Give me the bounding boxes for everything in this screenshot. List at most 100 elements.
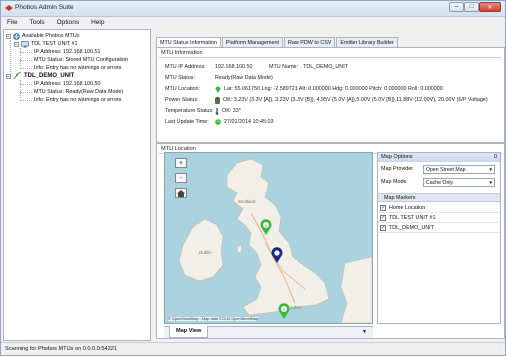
ip-value: 192.168.100.50	[215, 64, 253, 70]
tree-unit-2[interactable]: − TDL_DEMO_UNIT	[6, 72, 74, 80]
resize-grip-icon[interactable]: ⋰	[498, 340, 503, 353]
thermometer-icon	[215, 107, 219, 115]
map-markers-header: Map Markers	[378, 193, 500, 202]
tree-connector	[20, 92, 32, 93]
map-label-dublin: Dublin	[199, 250, 212, 255]
radar-icon	[13, 72, 22, 80]
zoom-in-button[interactable]: +	[175, 158, 187, 168]
network-icon	[13, 32, 20, 40]
collapse-icon[interactable]: −	[14, 41, 19, 47]
marker-row-home[interactable]: ✓ Home Location	[378, 203, 500, 213]
marker-checkbox[interactable]: ✓	[380, 214, 386, 221]
divider	[159, 57, 502, 58]
collapse-icon[interactable]: −	[6, 33, 11, 39]
status-row: MTU Status: Ready(Raw Data Mode)	[165, 74, 273, 82]
marker-checkbox[interactable]: ✓	[380, 224, 386, 231]
group-title: MTU Information	[161, 50, 203, 56]
tree-detail: IP Address: 192.168.100.51	[34, 49, 101, 55]
dropdown-arrow-icon[interactable]: ▼	[362, 329, 367, 335]
mtu-information-group: MTU Information MTU IP Address: 192.168.…	[156, 47, 505, 143]
status-text: Scanning for Phobos MTUs on 0.0.0.0:5432…	[5, 346, 117, 352]
tree-connector	[20, 48, 21, 66]
status-value: Ready(Raw Data Mode)	[215, 75, 273, 81]
power-row: Power Status: OK: 3.23V (3.3V [A]), 3.23…	[165, 96, 488, 104]
location-row: MTU Location: Lat: 55.061750 Lng: -2.589…	[165, 85, 443, 93]
ip-label: MTU IP Address:	[165, 64, 206, 70]
map-provider-row: Map Provider Open Street Map ▼	[381, 164, 495, 174]
map-options-header: Map Options 0	[378, 153, 500, 162]
marker-row-demo-unit[interactable]: ✓ TDL_DEMO_UNIT	[378, 223, 500, 233]
map-options-panel: Map Options 0 Map Provider Open Street M…	[377, 152, 501, 324]
update-row: Last Update Time: 27/01/2014 10:45:03	[165, 118, 273, 126]
tree-detail: MTU Status: Ready(Raw Data Mode)	[34, 89, 124, 95]
main-tabs: MTU Status Information Platform Manageme…	[156, 37, 399, 48]
clock-icon	[215, 119, 221, 125]
tab-emitter-library[interactable]: Emitter Library Builder	[336, 37, 398, 47]
home-button[interactable]	[175, 188, 187, 198]
mtu-tree-panel: − Available Phobos MTUs − TDL TEST UNIT …	[3, 29, 151, 341]
green-marker-icon[interactable]: u	[260, 219, 272, 235]
app-window: Phobos Admin Suite – □ ✕ File Tools Opti…	[0, 0, 506, 356]
status-bar: Scanning for Phobos MTUs on 0.0.0.0:5432…	[1, 342, 505, 355]
location-value: Lat: 55.061750 Lng: -2.589721 Alt: 0.000…	[224, 86, 443, 92]
map-pin-icon	[215, 86, 221, 93]
power-label: Power Status:	[165, 97, 199, 103]
tree-detail: Info: Entry has no warnings or errors.	[34, 97, 123, 103]
tab-platform-management[interactable]: Platform Management	[221, 37, 283, 47]
minimize-button[interactable]: –	[449, 2, 464, 12]
menu-help[interactable]: Help	[91, 19, 104, 26]
tab-map-view[interactable]: Map View	[169, 326, 209, 338]
menu-file[interactable]: File	[7, 19, 17, 26]
tree-root-label: Available Phobos MTUs	[22, 33, 80, 39]
tree-root[interactable]: − Available Phobos MTUs	[6, 32, 79, 40]
window-title: Phobos Admin Suite	[15, 4, 74, 11]
marker-label: TDL_DEMO_UNIT	[389, 224, 434, 231]
menu-options[interactable]: Options	[57, 19, 79, 26]
temperature-label: Temperature Status:	[165, 108, 214, 114]
map-options-count: 0	[493, 154, 497, 160]
maximize-button[interactable]: □	[464, 2, 479, 12]
zoom-out-button[interactable]: -	[175, 173, 187, 183]
title-bar: Phobos Admin Suite – □ ✕	[1, 1, 505, 17]
status-label: MTU Status:	[165, 75, 195, 81]
chevron-down-icon: ▼	[488, 166, 493, 172]
map-mode-value: Cache Only	[426, 179, 454, 186]
map-canvas[interactable]: Scotland Dublin London + - u u © OpenStr…	[164, 152, 373, 324]
green-marker-icon[interactable]: u	[278, 303, 290, 319]
map-mode-select[interactable]: Cache Only ▼	[423, 177, 495, 187]
map-view-tabbar: Map View ▼	[164, 326, 373, 338]
tree-unit-label: TDL TEST UNIT #1	[31, 41, 78, 47]
tab-raw-pdw-csv[interactable]: Raw PDW to CSV	[283, 37, 336, 47]
tree-detail: IP Address: 192.168.100.50	[34, 81, 101, 87]
tree-connector	[20, 100, 32, 101]
collapse-icon[interactable]: −	[6, 73, 11, 79]
marker-checkbox[interactable]: ✓	[380, 204, 386, 211]
marker-label: TDL TEST UNIT #1	[389, 214, 436, 221]
battery-icon	[215, 96, 220, 104]
tree-connector	[20, 68, 32, 69]
temperature-value: OK: 33°	[222, 108, 241, 114]
temperature-row: Temperature Status: OK: 33°	[165, 107, 241, 115]
name-label: MTU Name:	[269, 64, 299, 70]
computer-icon	[21, 40, 29, 47]
tree-unit-label: TDL_DEMO_UNIT	[24, 73, 75, 79]
marker-row-unit-1[interactable]: ✓ TDL TEST UNIT #1	[378, 213, 500, 223]
ip-row: MTU IP Address: 192.168.100.50 MTU Name:…	[165, 63, 348, 71]
close-button[interactable]: ✕	[479, 2, 501, 12]
map-provider-label: Map Provider	[381, 166, 414, 172]
map-land	[178, 158, 372, 323]
name-value: TDL_DEMO_UNIT	[303, 64, 348, 70]
tree-connector	[20, 80, 21, 98]
update-label: Last Update Time:	[165, 119, 209, 125]
menu-tools[interactable]: Tools	[29, 19, 44, 26]
tree-unit-1[interactable]: − TDL TEST UNIT #1	[14, 40, 78, 48]
menu-bar: File Tools Options Help	[1, 17, 505, 28]
map-options-title: Map Options	[381, 154, 413, 160]
home-icon	[177, 190, 185, 197]
map-provider-select[interactable]: Open Street Map ▼	[423, 164, 495, 174]
tree-connector	[20, 60, 32, 61]
map-provider-value: Open Street Map	[426, 166, 466, 173]
tree-connector	[20, 84, 32, 85]
blue-marker-icon[interactable]	[271, 247, 283, 263]
map-mode-label: Map Mode	[381, 179, 407, 185]
